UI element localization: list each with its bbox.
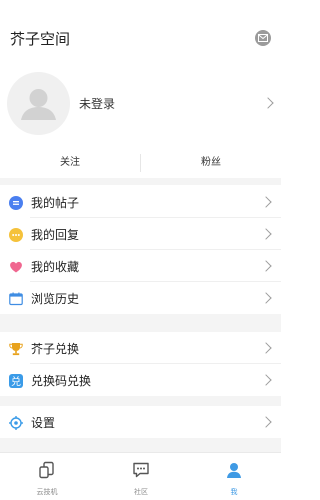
chevron-right-icon — [260, 342, 272, 354]
menu-item-my-replies[interactable]: 我的回复 — [0, 218, 281, 250]
menu-item-my-favorites[interactable]: 我的收藏 — [0, 250, 281, 282]
fans-button[interactable]: 粉丝 — [141, 148, 281, 178]
following-button[interactable]: 关注 — [0, 148, 140, 178]
menu-item-code-exchange[interactable]: 兑 兑换码兑换 — [0, 364, 281, 396]
posts-icon — [9, 195, 23, 210]
community-icon — [132, 461, 150, 479]
profile-icon — [225, 461, 243, 479]
default-avatar-icon[interactable] — [7, 72, 70, 135]
section-gap — [0, 314, 281, 332]
profile-login-row[interactable]: 未登录 — [0, 68, 281, 140]
chevron-right-icon — [260, 196, 272, 208]
menu-label: 我的回复 — [31, 228, 80, 242]
menu-item-my-posts[interactable]: 我的帖子 — [0, 186, 281, 218]
chevron-right-icon — [260, 292, 272, 304]
menu-label: 芥子兑换 — [31, 342, 80, 356]
cloud-device-icon — [38, 461, 56, 479]
mail-icon[interactable] — [255, 30, 271, 46]
tab-label: 社区 — [134, 488, 148, 496]
exchange-icon: 兑 — [9, 373, 23, 388]
menu-label: 兑换码兑换 — [31, 374, 92, 388]
section-gap — [0, 438, 281, 452]
menu-label: 浏览历史 — [31, 292, 80, 306]
tab-community[interactable]: 社区 — [94, 453, 188, 500]
section-gap — [0, 396, 281, 406]
menu-item-history[interactable]: 浏览历史 — [0, 282, 281, 314]
settings-icon — [9, 415, 23, 430]
tab-me[interactable]: 我 — [187, 453, 281, 500]
section-gap — [0, 178, 281, 185]
follow-stats-row: 关注 粉丝 — [0, 148, 281, 178]
tab-label: 我 — [230, 488, 238, 496]
menu-item-settings[interactable]: 设置 — [0, 406, 281, 438]
trophy-icon — [9, 341, 23, 356]
heart-icon — [9, 259, 23, 273]
tab-cloud-device[interactable]: 云技机 — [0, 453, 94, 500]
chevron-right-icon — [260, 416, 272, 428]
tab-label: 云技机 — [36, 488, 58, 496]
menu-label: 我的帖子 — [31, 196, 80, 210]
login-status-text[interactable]: 未登录 — [79, 95, 115, 112]
exchange-glyph: 兑 — [11, 375, 21, 388]
top-header: 芥子空间 — [0, 0, 281, 78]
calendar-icon — [9, 291, 23, 306]
bottom-tab-bar: 云技机 社区 我 — [0, 452, 281, 500]
chevron-right-icon — [260, 374, 272, 386]
chevron-right-icon — [260, 228, 272, 240]
reply-icon — [9, 227, 23, 242]
chevron-right-icon — [262, 97, 274, 109]
menu-label: 设置 — [31, 416, 56, 430]
menu-label: 我的收藏 — [31, 260, 80, 274]
page-title: 芥子空间 — [10, 30, 71, 48]
menu-item-jiezi-exchange[interactable]: 芥子兑换 — [0, 332, 281, 364]
chevron-right-icon — [260, 260, 272, 272]
